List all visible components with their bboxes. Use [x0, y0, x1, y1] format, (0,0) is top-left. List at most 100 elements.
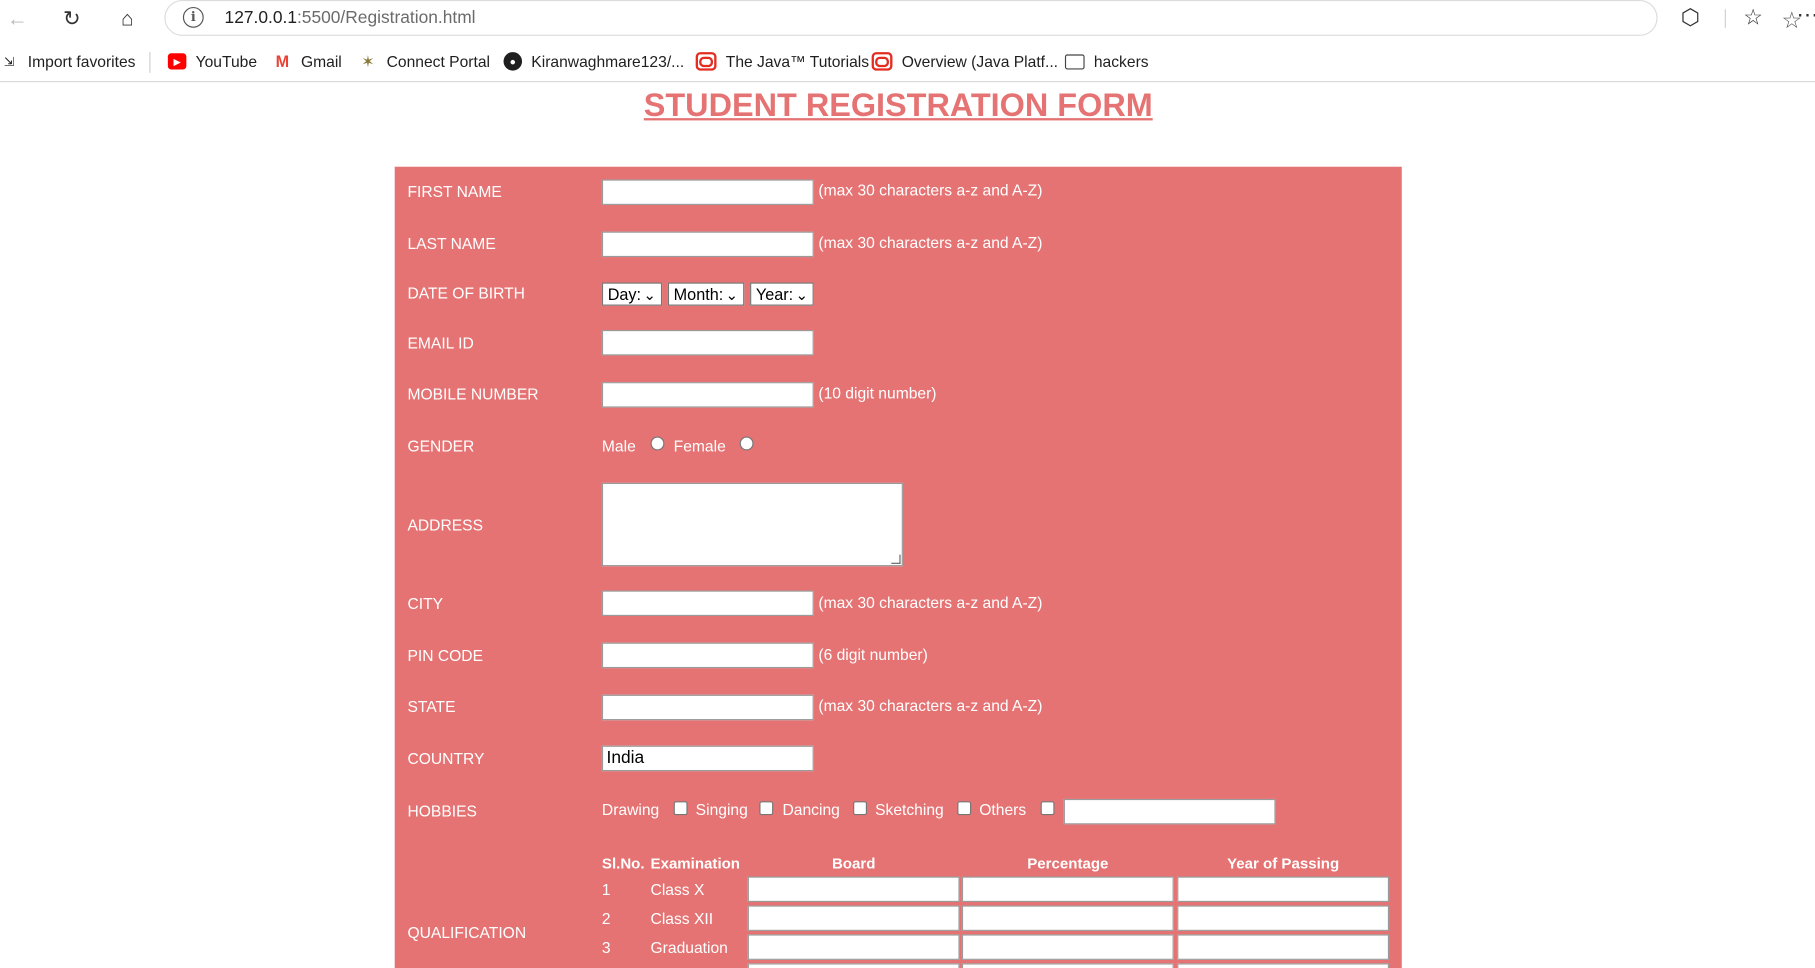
mobile-input[interactable]: [601, 382, 814, 408]
year-input[interactable]: [1177, 876, 1390, 902]
qualification-label: QUALIFICATION: [407, 923, 527, 942]
first-name-hint: (max 30 characters a-z and A-Z): [818, 181, 1043, 200]
board-input[interactable]: [747, 963, 960, 968]
country-input[interactable]: India: [601, 745, 814, 772]
hobby-drawing-checkbox[interactable]: [673, 801, 688, 816]
address-label: ADDRESS: [407, 516, 483, 534]
resize-grip-icon[interactable]: [891, 554, 901, 564]
github-icon: ●: [503, 52, 523, 71]
mobile-label: MOBILE NUMBER: [407, 385, 539, 403]
first-name-input[interactable]: [601, 179, 814, 205]
col-examination: Examination: [650, 854, 741, 872]
dob-day-select[interactable]: Day:: [601, 282, 662, 306]
first-name-label: FIRST NAME: [407, 182, 502, 201]
dob-year-select[interactable]: Year:: [750, 282, 814, 306]
refresh-icon[interactable]: ↻: [58, 5, 86, 33]
city-label: CITY: [407, 595, 444, 613]
row-exam: Graduation: [650, 939, 728, 957]
extensions-icon[interactable]: ⬡: [1681, 5, 1700, 32]
last-name-label: LAST NAME: [407, 235, 496, 253]
percentage-input[interactable]: [961, 963, 1174, 968]
gender-female-radio[interactable]: [739, 436, 754, 451]
hobby-dancing-checkbox[interactable]: [853, 801, 867, 816]
year-input[interactable]: [1177, 934, 1390, 960]
hobby-drawing-label: Drawing: [601, 801, 660, 819]
year-input[interactable]: [1177, 905, 1390, 931]
home-icon[interactable]: ⌂: [113, 5, 141, 33]
col-percentage: Percentage: [1027, 854, 1109, 872]
state-input[interactable]: [601, 694, 814, 721]
site-info-icon[interactable]: i: [182, 6, 204, 28]
gender-female-label: Female: [673, 437, 726, 456]
more-menu-icon[interactable]: ⋯: [1796, 2, 1815, 29]
col-slno: Sl.No.: [601, 854, 645, 872]
page-title: STUDENT REGISTRATION FORM: [643, 86, 1153, 123]
fav-label: YouTube: [195, 52, 258, 71]
dob-label: DATE OF BIRTH: [407, 284, 525, 303]
email-input[interactable]: [601, 329, 814, 356]
gmail-icon: M: [275, 52, 290, 71]
hobby-others-label: Others: [979, 801, 1027, 819]
toolbar-divider: [1724, 9, 1726, 28]
state-hint: (max 30 characters a-z and A-Z): [818, 697, 1043, 715]
percentage-input[interactable]: [961, 876, 1174, 902]
fav-label: Kiranwaghmare123/...: [531, 52, 685, 71]
dob-month-select[interactable]: Month:: [667, 282, 744, 306]
fav-hackers-folder[interactable]: hackers: [1064, 51, 1149, 72]
oracle-icon: [695, 52, 717, 71]
fav-overview-java[interactable]: Overview (Java Platf...: [871, 51, 1059, 72]
pin-hint: (6 digit number): [818, 646, 928, 664]
fav-gmail[interactable]: M Gmail: [273, 51, 342, 72]
hobby-dancing-label: Dancing: [782, 801, 840, 819]
registration-form: FIRST NAME (max 30 characters a-z and A-…: [394, 166, 1402, 968]
state-label: STATE: [407, 698, 456, 716]
fav-connect-portal[interactable]: ✶ Connect Portal: [359, 51, 490, 72]
favorites-list-icon[interactable]: ☆: [1743, 5, 1763, 32]
col-year-of-passing: Year of Passing: [1227, 854, 1340, 872]
row-number: 1: [601, 881, 611, 899]
row-exam: Class XII: [650, 910, 714, 928]
last-name-input[interactable]: [601, 231, 814, 258]
board-input[interactable]: [747, 905, 960, 931]
pin-label: PIN CODE: [407, 647, 483, 665]
address-textarea[interactable]: [601, 482, 903, 567]
fav-label: Overview (Java Platf...: [901, 52, 1059, 71]
row-exam: Class X: [650, 881, 705, 899]
city-input[interactable]: [601, 590, 814, 616]
url-host: 127.0.0.1: [224, 8, 297, 28]
hobby-singing-checkbox[interactable]: [759, 801, 774, 816]
hobbies-label: HOBBIES: [407, 802, 477, 820]
fav-youtube[interactable]: ▶ YouTube: [167, 51, 258, 72]
board-input[interactable]: [747, 934, 960, 960]
gender-male-radio[interactable]: [650, 436, 665, 451]
gender-male-label: Male: [601, 437, 636, 456]
fav-import-favorites[interactable]: ⇲ Import favorites: [0, 51, 136, 72]
import-icon: ⇲: [3, 54, 15, 69]
fav-label: The Java™ Tutorials: [725, 52, 870, 71]
hobby-others-input[interactable]: [1063, 798, 1276, 825]
fav-label: Connect Portal: [386, 52, 490, 71]
pin-input[interactable]: [601, 642, 814, 669]
fav-java-tutorials[interactable]: The Java™ Tutorials: [695, 51, 870, 72]
dob-day-value: Day:: [607, 284, 642, 304]
folder-icon: [1064, 53, 1085, 69]
url-text[interactable]: 127.0.0.1:5500/Registration.html: [225, 8, 476, 28]
email-label: EMAIL ID: [407, 334, 474, 352]
percentage-input[interactable]: [961, 934, 1174, 960]
col-board: Board: [831, 854, 876, 872]
back-icon[interactable]: ←: [3, 5, 31, 33]
board-input[interactable]: [747, 876, 960, 902]
youtube-icon: ▶: [167, 53, 187, 70]
oracle-icon: [871, 52, 893, 71]
browser-toolbar: ← ↻ ⌂ i 127.0.0.1:5500/Registration.html…: [0, 0, 1815, 38]
city-hint: (max 30 characters a-z and A-Z): [818, 593, 1043, 612]
year-input[interactable]: [1177, 963, 1390, 968]
percentage-input[interactable]: [961, 905, 1174, 931]
hobby-sketching-checkbox[interactable]: [957, 801, 972, 816]
country-label: COUNTRY: [407, 750, 485, 768]
fav-label: Gmail: [300, 52, 342, 71]
hobby-sketching-label: Sketching: [875, 801, 944, 819]
hobby-others-checkbox[interactable]: [1040, 801, 1055, 816]
fav-github[interactable]: ● Kiranwaghmare123/...: [503, 51, 685, 72]
address-bar[interactable]: i 127.0.0.1:5500/Registration.html ☆: [164, 0, 1802, 36]
